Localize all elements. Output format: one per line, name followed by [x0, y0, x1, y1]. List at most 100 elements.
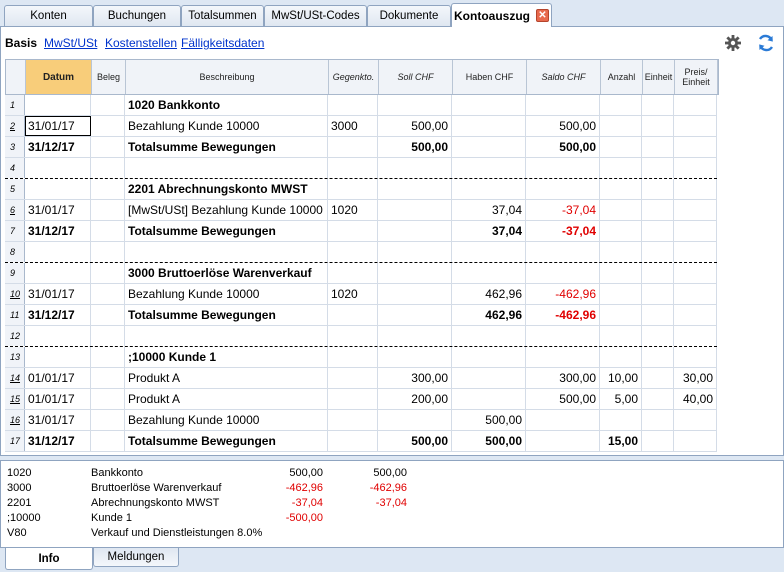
cell-soll[interactable] [378, 263, 452, 283]
cell-anzahl[interactable] [600, 410, 642, 430]
cell-gegenkonto[interactable] [328, 410, 378, 430]
cell-haben[interactable]: 462,96 [452, 305, 526, 325]
cell-einheit[interactable] [642, 263, 674, 283]
cell-einheit[interactable] [642, 137, 674, 157]
cell-anzahl[interactable] [600, 179, 642, 199]
cell-datum[interactable]: 31/12/17 [25, 221, 91, 241]
column-header-anzahl[interactable]: Anzahl [601, 60, 643, 94]
column-header-soll[interactable]: Soll CHF [379, 60, 453, 94]
cell-datum[interactable] [25, 242, 91, 262]
cell-beschreibung[interactable]: 2201 Abrechnungskonto MWST [125, 179, 328, 199]
cell-haben[interactable]: 462,96 [452, 284, 526, 304]
subtab-faelligkeitsdaten[interactable]: Fälligkeitsdaten [181, 36, 264, 50]
cell-anzahl[interactable]: 15,00 [600, 431, 642, 451]
cell-anzahl[interactable] [600, 221, 642, 241]
tab-totalsummen[interactable]: Totalsummen [181, 5, 264, 26]
cell-datum[interactable]: 31/12/17 [25, 431, 91, 451]
cell-saldo[interactable]: 500,00 [526, 389, 600, 409]
cell-saldo[interactable] [526, 431, 600, 451]
cell-haben[interactable] [452, 347, 526, 367]
cell-preis[interactable] [674, 221, 717, 241]
cell-beleg[interactable] [91, 389, 125, 409]
cell-anzahl[interactable] [600, 242, 642, 262]
cell-haben[interactable] [452, 368, 526, 388]
cell-beleg[interactable] [91, 221, 125, 241]
column-header-gegenkonto[interactable]: Gegenkto. [329, 60, 379, 94]
cell-datum[interactable]: 31/12/17 [25, 137, 91, 157]
tab-dokumente[interactable]: Dokumente [367, 5, 451, 26]
cell-beschreibung[interactable]: Totalsumme Bewegungen [125, 137, 328, 157]
cell-preis[interactable] [674, 95, 717, 115]
cell-anzahl[interactable] [600, 158, 642, 178]
cell-gegenkonto[interactable] [328, 158, 378, 178]
cell-anzahl[interactable] [600, 263, 642, 283]
cell-saldo[interactable] [526, 179, 600, 199]
cell-beschreibung[interactable]: [MwSt/USt] Bezahlung Kunde 10000 [125, 200, 328, 220]
cell-saldo[interactable]: -462,96 [526, 284, 600, 304]
cell-saldo[interactable]: 300,00 [526, 368, 600, 388]
cell-saldo[interactable] [526, 95, 600, 115]
cell-einheit[interactable] [642, 284, 674, 304]
tab-kontoauszug[interactable]: Kontoauszug ✕ [451, 3, 552, 27]
cell-gegenkonto[interactable] [328, 305, 378, 325]
cell-datum[interactable]: 01/01/17 [25, 389, 91, 409]
cell-preis[interactable] [674, 200, 717, 220]
tab-mwst-codes[interactable]: MwSt/USt-Codes [264, 5, 367, 26]
cell-datum[interactable] [25, 179, 91, 199]
cell-anzahl[interactable] [600, 305, 642, 325]
column-header-preis[interactable]: Preis/ Einheit [675, 60, 718, 94]
cell-beschreibung[interactable]: Totalsumme Bewegungen [125, 221, 328, 241]
cell-soll[interactable] [378, 179, 452, 199]
table-row[interactable]: 16 31/01/17 Bezahlung Kunde 10000 500,00 [5, 410, 717, 431]
cell-soll[interactable]: 300,00 [378, 368, 452, 388]
cell-haben[interactable]: 37,04 [452, 221, 526, 241]
cell-einheit[interactable] [642, 95, 674, 115]
cell-saldo[interactable] [526, 347, 600, 367]
cell-einheit[interactable] [642, 158, 674, 178]
cell-saldo[interactable]: -462,96 [526, 305, 600, 325]
cell-datum[interactable]: 31/01/17 [25, 200, 91, 220]
cell-beschreibung[interactable]: Bezahlung Kunde 10000 [125, 284, 328, 304]
tab-info[interactable]: Info [5, 548, 93, 570]
cell-beschreibung[interactable] [125, 158, 328, 178]
cell-beleg[interactable] [91, 263, 125, 283]
cell-anzahl[interactable] [600, 347, 642, 367]
cell-beschreibung[interactable]: 3000 Bruttoerlöse Warenverkauf [125, 263, 328, 283]
cell-anzahl[interactable]: 5,00 [600, 389, 642, 409]
cell-preis[interactable] [674, 305, 717, 325]
cell-anzahl[interactable]: 10,00 [600, 368, 642, 388]
cell-preis[interactable] [674, 158, 717, 178]
table-row[interactable]: 13 ;10000 Kunde 1 [5, 347, 717, 368]
table-row[interactable]: 6 31/01/17 [MwSt/USt] Bezahlung Kunde 1000… [5, 200, 717, 221]
table-row[interactable]: 5 2201 Abrechnungskonto MWST [5, 179, 717, 200]
cell-einheit[interactable] [642, 179, 674, 199]
cell-einheit[interactable] [642, 326, 674, 346]
cell-einheit[interactable] [642, 242, 674, 262]
subtab-kostenstellen[interactable]: Kostenstellen [105, 36, 177, 50]
column-header-datum[interactable]: Datum [26, 60, 92, 94]
tab-meldungen[interactable]: Meldungen [93, 548, 179, 567]
cell-haben[interactable] [452, 326, 526, 346]
cell-saldo[interactable] [526, 158, 600, 178]
cell-saldo[interactable]: 500,00 [526, 137, 600, 157]
cell-beleg[interactable] [91, 410, 125, 430]
cell-preis[interactable] [674, 326, 717, 346]
cell-beleg[interactable] [91, 284, 125, 304]
cell-beleg[interactable] [91, 179, 125, 199]
cell-saldo[interactable] [526, 242, 600, 262]
cell-einheit[interactable] [642, 347, 674, 367]
cell-gegenkonto[interactable] [328, 326, 378, 346]
cell-soll[interactable] [378, 305, 452, 325]
column-header-haben[interactable]: Haben CHF [453, 60, 527, 94]
cell-datum[interactable]: 31/12/17 [25, 305, 91, 325]
cell-gegenkonto[interactable] [328, 368, 378, 388]
cell-soll[interactable] [378, 326, 452, 346]
column-header-einheit[interactable]: Einheit [643, 60, 675, 94]
cell-preis[interactable] [674, 431, 717, 451]
cell-haben[interactable]: 500,00 [452, 410, 526, 430]
cell-gegenkonto[interactable] [328, 242, 378, 262]
cell-einheit[interactable] [642, 305, 674, 325]
cell-haben[interactable]: 37,04 [452, 200, 526, 220]
cell-anzahl[interactable] [600, 284, 642, 304]
cell-soll[interactable]: 200,00 [378, 389, 452, 409]
